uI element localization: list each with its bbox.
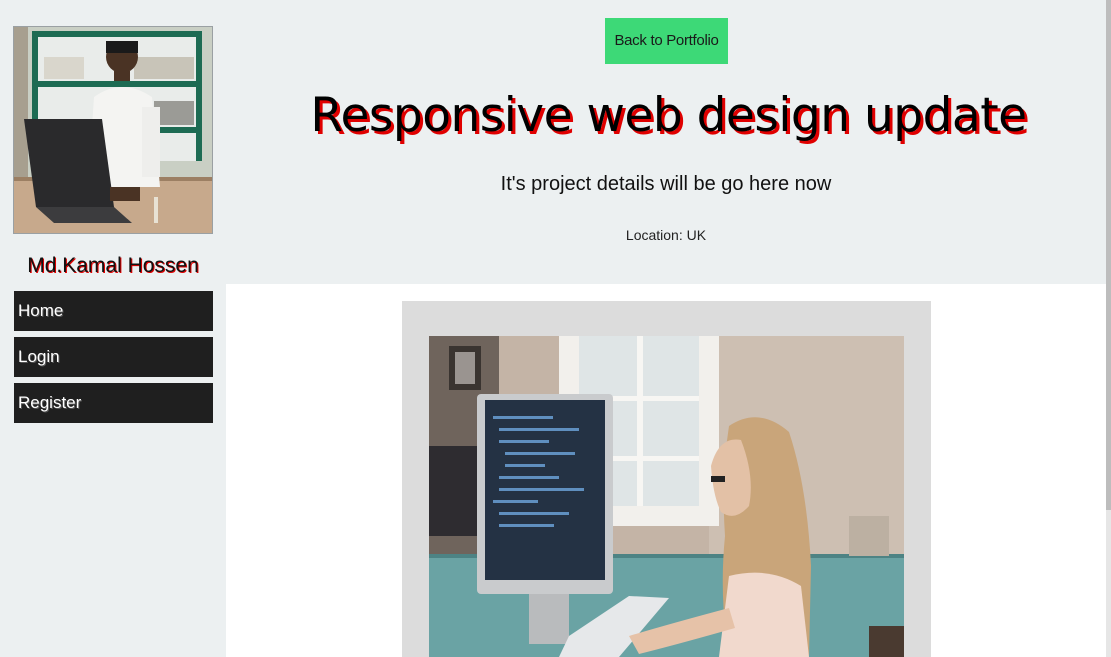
project-location: Location: UK [625,227,707,243]
profile-photo [13,26,213,234]
profile-name: Md.Kamal Hossen [27,254,199,277]
project-title: Responsive web design update [310,88,1027,143]
project-subtitle: It's project details will be go here now [500,173,832,195]
nav-item-login[interactable]: Login [14,337,213,377]
profile-photo-illustration [14,27,212,233]
main-content [226,284,1106,657]
back-to-portfolio-button[interactable]: Back to Portfolio [605,18,728,64]
sidebar-nav: Home Login Register [14,291,213,429]
page-scrollbar[interactable] [1106,0,1111,657]
portfolio-project-page: Md.Kamal Hossen Home Login Register Back… [0,0,1111,657]
sidebar: Md.Kamal Hossen Home Login Register [0,0,226,657]
project-image-frame [402,301,931,657]
nav-item-register[interactable]: Register [14,383,213,423]
page-scrollbar-thumb[interactable] [1106,0,1111,510]
nav-item-home[interactable]: Home [14,291,213,331]
project-image [429,336,904,657]
project-image-illustration [429,336,904,657]
